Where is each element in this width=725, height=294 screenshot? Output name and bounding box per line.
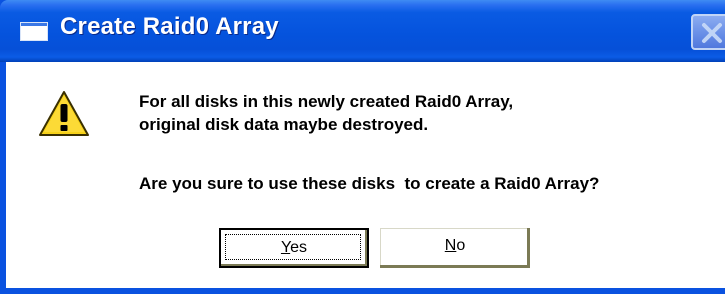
- close-button[interactable]: [691, 14, 725, 50]
- yes-button[interactable]: Yes: [219, 228, 369, 268]
- yes-label-rest: es: [290, 239, 308, 256]
- no-label-rest: o: [456, 237, 466, 254]
- no-button[interactable]: No: [380, 228, 530, 268]
- title-bar[interactable]: Create Raid0 Array: [0, 0, 725, 62]
- message-line-2: original disk data maybe destroyed.: [139, 115, 429, 134]
- message-line-1: For all disks in this newly created Raid…: [139, 92, 514, 111]
- close-icon: [702, 23, 722, 43]
- dialog-title: Create Raid0 Array: [60, 13, 279, 40]
- window-icon: [20, 22, 48, 41]
- dialog-window: Create Raid0 Array For all disks in this…: [0, 0, 725, 294]
- yes-accesskey: Y: [280, 239, 291, 256]
- dialog-body: For all disks in this newly created Raid…: [6, 62, 725, 288]
- no-accesskey: N: [444, 237, 457, 254]
- window-bottom-border: [0, 288, 725, 294]
- warning-icon: [39, 91, 89, 136]
- yes-button-label: Yes: [221, 239, 367, 257]
- confirmation-question: Are you sure to use these disks to creat…: [139, 174, 600, 193]
- no-button-label: No: [380, 237, 530, 255]
